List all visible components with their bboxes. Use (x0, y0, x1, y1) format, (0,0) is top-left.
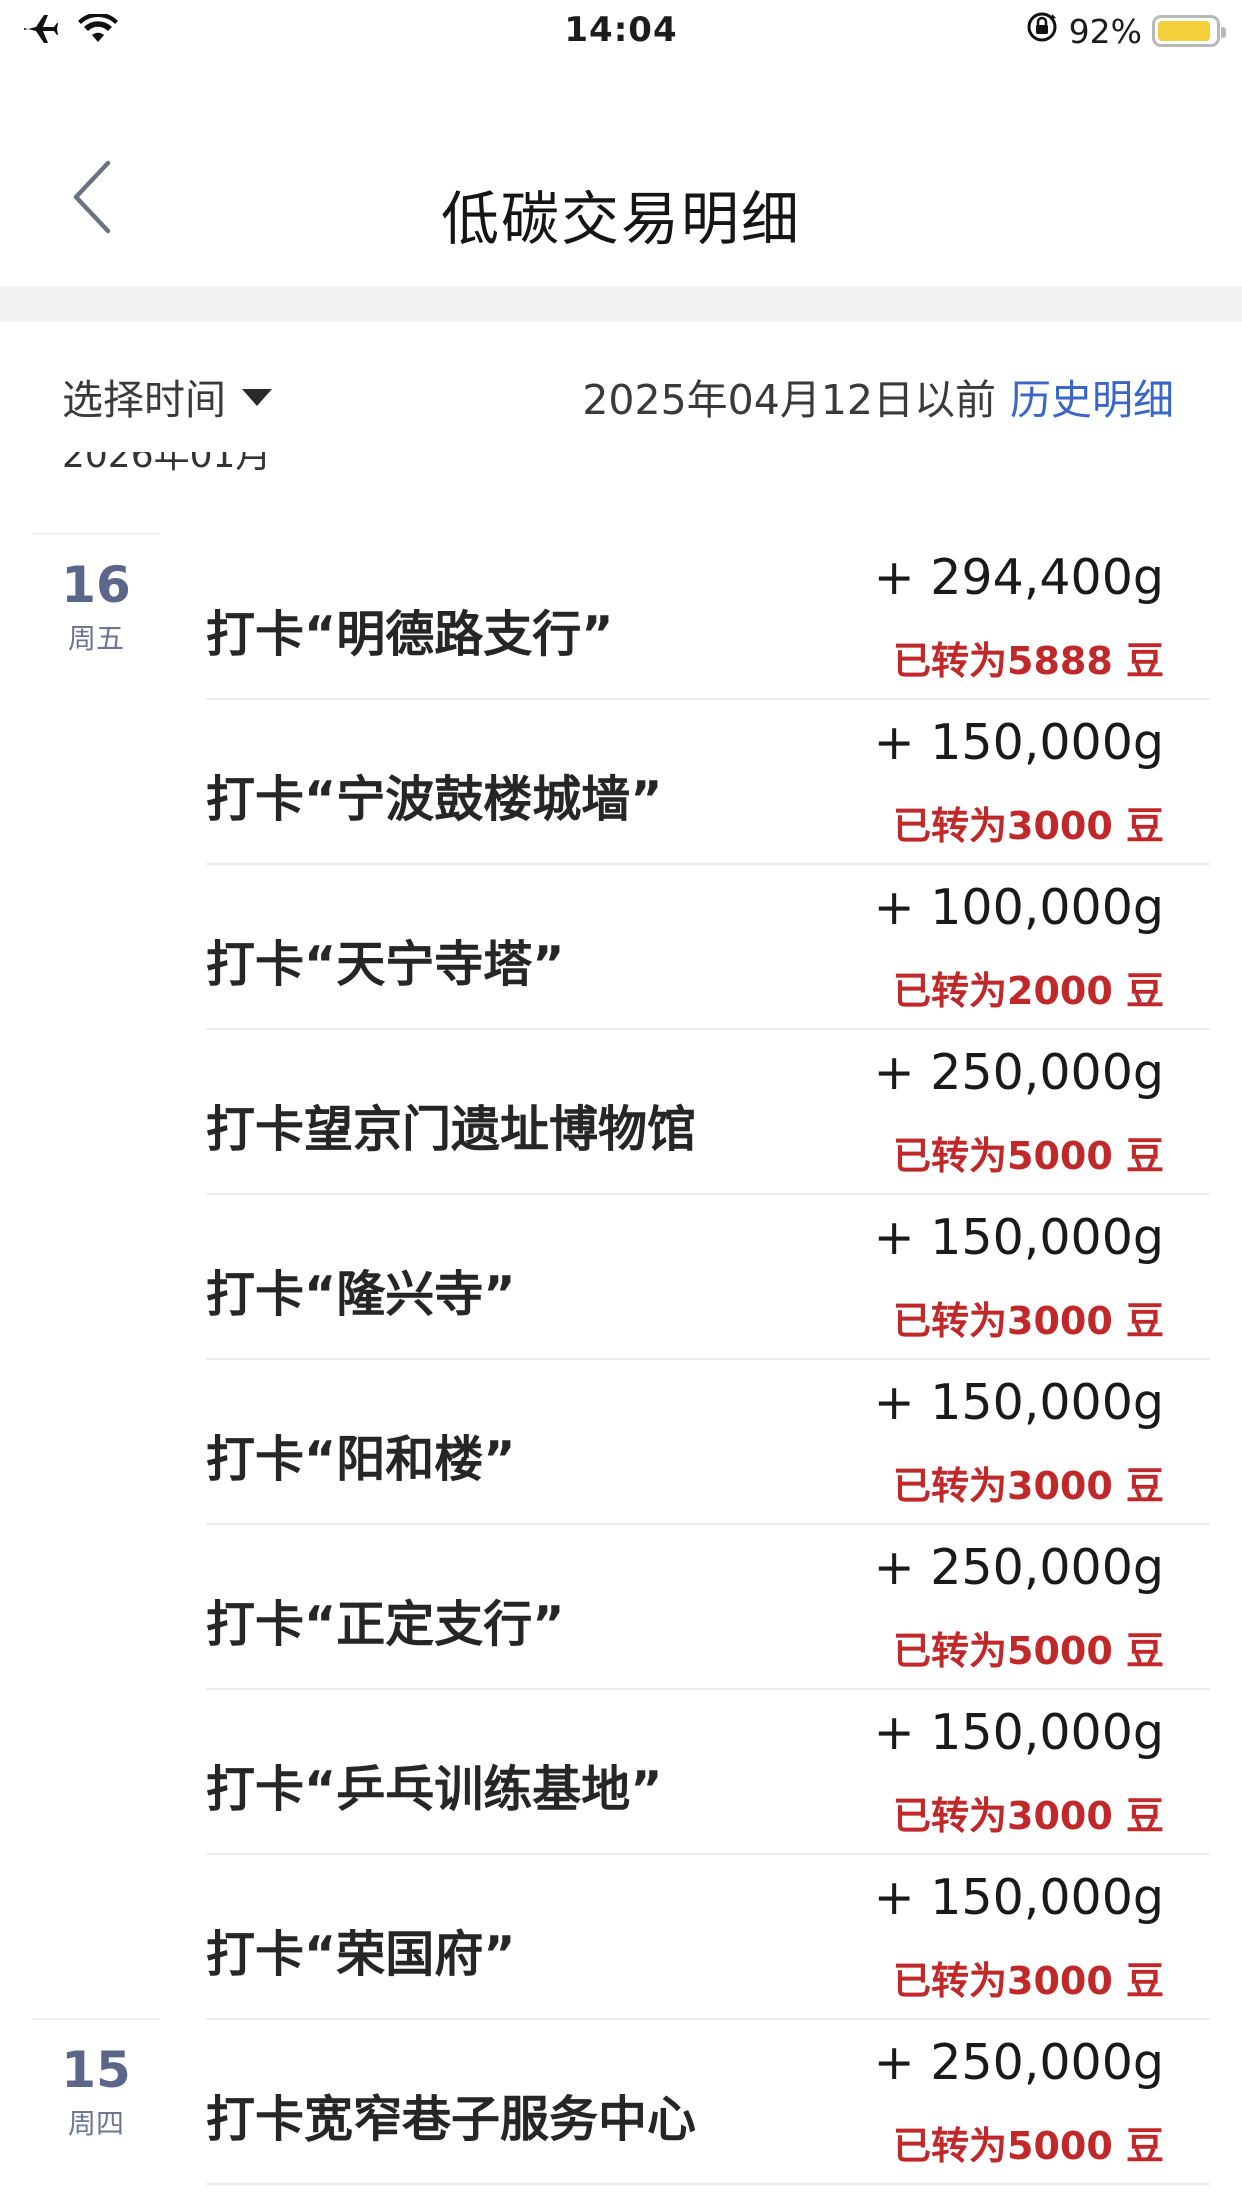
transaction-title: 打卡“隆兴寺” (206, 1266, 516, 1323)
history-info: 2025年04月12日以前 历史明细 (582, 366, 1174, 426)
airplane-icon (22, 13, 58, 49)
transaction-amount: + 250,000g (873, 1044, 1164, 1101)
transaction-row[interactable]: 打卡“正定支行” + 250,000g 已转为5000 豆 (0, 1525, 1242, 1690)
transaction-amount: + 150,000g (873, 1869, 1164, 1926)
status-bar: 14:04 92% (0, 0, 1242, 62)
transaction-row[interactable]: 打卡望京门遗址博物馆 + 250,000g 已转为5000 豆 (0, 1030, 1242, 1195)
before-date-text: 2025年04月12日以前 (582, 376, 996, 424)
transaction-title: 打卡“宁波鼓楼城墙” (206, 771, 663, 828)
transaction-row[interactable]: 打卡“隆兴寺” + 150,000g 已转为3000 豆 (0, 1195, 1242, 1360)
transaction-title: 打卡望京门遗址博物馆 (206, 1101, 697, 1158)
month-label-text: 2026年01月 (62, 452, 272, 476)
transaction-title: 打卡“乒乓训练基地” (206, 1761, 663, 1818)
date-weekday: 周五 (67, 622, 124, 655)
converted-beans: 已转为3000 豆 (893, 1464, 1164, 1508)
transaction-amount: + 150,000g (873, 1374, 1164, 1431)
date-group-divider (32, 2018, 160, 2020)
date-column: 15 周四 (32, 2040, 160, 2142)
converted-beans: 已转为3000 豆 (893, 1299, 1164, 1343)
transaction-title: 打卡“阳和楼” (206, 1431, 516, 1488)
converted-beans: 已转为5000 豆 (893, 1134, 1164, 1178)
date-column: 16 周五 (32, 555, 160, 657)
converted-beans: 已转为3000 豆 (893, 1794, 1164, 1838)
transaction-row[interactable]: 打卡“阳和楼” + 150,000g 已转为3000 豆 (0, 1360, 1242, 1525)
converted-beans: 已转为2000 豆 (893, 969, 1164, 1013)
transaction-amount: + 150,000g (873, 714, 1164, 771)
caret-down-icon (242, 388, 272, 406)
select-time-label: 选择时间 (62, 376, 226, 424)
orientation-lock-icon (1025, 10, 1059, 52)
transaction-amount: + 294,400g (873, 549, 1164, 606)
transaction-amount: + 250,000g (873, 1539, 1164, 1596)
converted-beans: 已转为3000 豆 (893, 804, 1164, 848)
battery-icon (1152, 15, 1226, 47)
transaction-title: 打卡“荣国府” (206, 1926, 516, 1983)
converted-beans: 已转为5888 豆 (893, 639, 1164, 683)
nav-bar: 低碳交易明细 (0, 62, 1242, 286)
transaction-row[interactable]: 打卡“乒乓训练基地” + 150,000g 已转为3000 豆 (0, 1690, 1242, 1855)
date-day: 16 (61, 556, 131, 614)
transaction-row[interactable]: 打卡“宁波鼓楼城墙” + 150,000g 已转为3000 豆 (0, 700, 1242, 865)
transaction-title: 打卡“明德路支行” (206, 606, 614, 663)
battery-fill (1158, 21, 1210, 41)
transaction-title: 打卡宽窄巷子服务中心 (206, 2091, 697, 2148)
transaction-title: 打卡“正定支行” (206, 1596, 565, 1653)
transaction-row[interactable]: 打卡“荣国府” + 150,000g 已转为3000 豆 (0, 1855, 1242, 2020)
battery-percent: 92% (1068, 11, 1142, 51)
transaction-amount: + 150,000g (873, 1209, 1164, 1266)
history-details-link[interactable]: 历史明细 (1010, 366, 1174, 426)
select-time-dropdown[interactable]: 选择时间 (62, 366, 272, 426)
converted-beans: 已转为5000 豆 (893, 1629, 1164, 1673)
month-label: 2026年01月 (62, 452, 271, 490)
transaction-amount: + 250,000g (873, 2034, 1164, 2091)
converted-beans: 已转为5000 豆 (893, 2124, 1164, 2168)
status-right: 92% (1025, 10, 1226, 52)
transaction-row[interactable]: 15 周四 打卡宽窄巷子服务中心 + 250,000g 已转为5000 豆 (0, 2018, 1242, 2185)
transaction-amount: + 100,000g (873, 879, 1164, 936)
page-title: 低碳交易明细 (440, 185, 801, 253)
transaction-amount: + 150,000g (873, 1704, 1164, 1761)
transaction-row[interactable]: 打卡“天宁寺塔” + 100,000g 已转为2000 豆 (0, 865, 1242, 1030)
row-divider (206, 2183, 1210, 2185)
date-weekday: 周四 (67, 2107, 124, 2140)
filter-bar: 选择时间 2025年04月12日以前 历史明细 (0, 322, 1242, 462)
status-left (22, 12, 282, 49)
transaction-row[interactable]: 16 周五 打卡“明德路支行” + 294,400g 已转为5888 豆 (0, 533, 1242, 700)
transaction-list: 16 周五 打卡“明德路支行” + 294,400g 已转为5888 豆打卡“宁波鼓楼城… (0, 533, 1242, 2185)
section-separator (0, 286, 1242, 322)
transaction-title: 打卡“天宁寺塔” (206, 936, 565, 993)
date-group-divider (32, 533, 160, 535)
converted-beans: 已转为3000 豆 (893, 1959, 1164, 2003)
wifi-icon (78, 12, 118, 48)
date-day: 15 (61, 2041, 131, 2099)
